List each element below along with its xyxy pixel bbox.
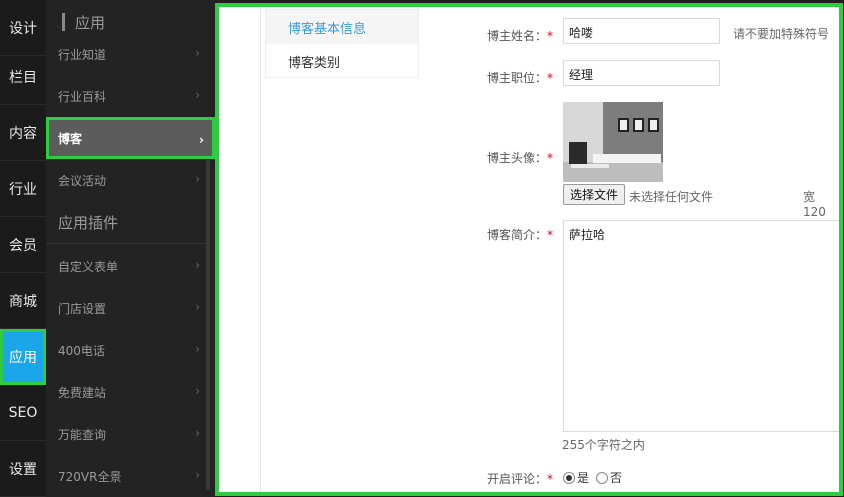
chevron-right-icon: › [195,88,200,102]
comment-label-text: 开启评论： [486,472,547,486]
sidebar-item-label: 行业知道 [58,47,107,62]
sidebar-item-industry-qa[interactable]: 行业知道 › [46,33,208,75]
position-label: 博主职位：* [459,69,553,86]
chevron-right-icon: › [195,172,200,186]
chevron-right-icon: › [195,384,200,398]
image-width-hint: 宽 120 [803,190,826,219]
name-label: 博主姓名：* [459,27,553,44]
name-hint: 请不要加特殊符号 [733,27,830,41]
blog-intro-textarea[interactable]: 萨拉哈 [563,220,839,432]
rail-item-industry[interactable]: 行业 [0,161,46,217]
intro-label: 博客简介：* [459,226,553,243]
rail-item-member[interactable]: 会员 [0,217,46,273]
tab-blog-category[interactable]: 博客类别 [266,44,418,78]
position-label-text: 博主职位： [486,71,547,85]
comment-yes-label[interactable]: 是 [577,469,589,486]
comment-label: 开启评论：* [459,470,553,487]
rail-item-settings[interactable]: 设置 [0,441,46,497]
sidebar-item-400-phone[interactable]: 400电话 › [46,329,208,371]
sidebar-item-label: 720VR全景 [58,469,122,484]
chevron-right-icon: › [195,300,200,314]
name-label-text: 博主姓名： [486,29,547,43]
chevron-right-icon: › [195,468,200,482]
sidebar-item-store-settings[interactable]: 门店设置 › [46,287,208,329]
sidebar-title: 应用 [75,13,106,32]
intro-length-hint: 255个字符之内 [562,438,645,452]
intro-label-text: 博客简介： [486,228,547,242]
plugins-group-title: 应用插件 [46,202,208,244]
comment-yes-radio[interactable] [563,472,575,484]
blog-tabs: 博客基本信息 博客类别 [265,9,419,78]
sidebar-item-label: 博客 [58,131,83,146]
chevron-right-icon: › [199,133,204,147]
sidebar-item-720vr[interactable]: 720VR全景 › [46,455,208,497]
apps-sidebar: 应用 行业知道 › 行业百科 › 博客 › 会议活动 › 应用插件 自定义表单 … [46,0,215,497]
sidebar-item-label: 会议活动 [58,173,107,188]
sidebar-item-free-site[interactable]: 免费建站 › [46,371,208,413]
sidebar-item-label: 自定义表单 [58,259,119,274]
chevron-right-icon: › [195,258,200,272]
rail-item-seo[interactable]: SEO [0,385,46,441]
sidebar-item-universal-query[interactable]: 万能查询 › [46,413,208,455]
blogger-position-input[interactable]: 经理 [563,60,720,86]
main-nav-rail: 设计 栏目 内容 行业 会员 商城 应用 SEO 设置 [0,0,46,497]
sidebar-item-events[interactable]: 会议活动 › [46,159,208,201]
avatar-image [563,102,663,182]
sidebar-item-label: 行业百科 [58,89,107,104]
header-accent-bar [62,13,65,31]
tab-blog-basic-info[interactable]: 博客基本信息 [266,10,418,44]
sidebar-item-blog[interactable]: 博客 › [46,117,215,159]
blog-form-panel: 博客基本信息 博客类别 博主姓名：* 哈喽 请不要加特殊符号 博主职位：* 经理… [215,3,843,496]
required-mark: * [547,472,553,486]
rail-item-design[interactable]: 设计 [0,0,46,56]
avatar-label: 博主头像：* [459,149,553,166]
avatar-label-text: 博主头像： [486,151,547,165]
comment-no-label[interactable]: 否 [610,469,622,486]
sidebar-scrollbar[interactable] [206,160,210,490]
sidebar-item-custom-form[interactable]: 自定义表单 › [46,245,208,287]
blogger-name-input[interactable]: 哈喽 [563,18,720,44]
choose-file-button[interactable]: 选择文件 [563,184,626,205]
sidebar-item-label: 400电话 [58,343,105,358]
rail-item-content[interactable]: 内容 [0,105,46,161]
sidebar-item-industry-wiki[interactable]: 行业百科 › [46,75,208,117]
required-mark: * [547,228,553,242]
required-mark: * [547,151,553,165]
required-mark: * [547,29,553,43]
file-status: 未选择任何文件 [629,190,714,204]
panel-divider [260,7,261,492]
required-mark: * [547,71,553,85]
chevron-right-icon: › [195,426,200,440]
chevron-right-icon: › [195,46,200,60]
sidebar-item-label: 万能查询 [58,427,107,442]
comment-no-radio[interactable] [596,472,608,484]
rail-item-apps[interactable]: 应用 [0,329,46,385]
sidebar-item-label: 门店设置 [58,301,107,316]
sidebar-item-label: 免费建站 [58,385,107,400]
rail-item-mall[interactable]: 商城 [0,273,46,329]
chevron-right-icon: › [195,342,200,356]
rail-item-columns[interactable]: 栏目 [0,49,46,105]
